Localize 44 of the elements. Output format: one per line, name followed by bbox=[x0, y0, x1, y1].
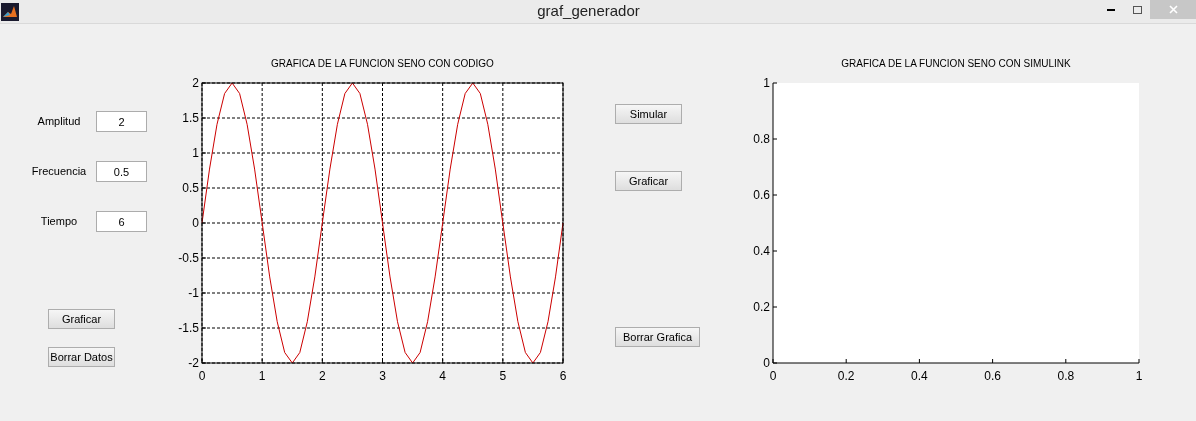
tick-label: 0 bbox=[198, 369, 206, 383]
app-logo-icon bbox=[1, 2, 19, 21]
field-label: Amplitud bbox=[36, 114, 82, 130]
tick-label: 1 bbox=[258, 369, 266, 383]
tick-label: 0 bbox=[192, 216, 199, 230]
tick-label: 2 bbox=[319, 369, 326, 383]
tick-label: 0.5 bbox=[182, 181, 199, 195]
tick-label: 6 bbox=[559, 369, 567, 383]
push-button[interactable]: Borrar Datos bbox=[48, 347, 115, 367]
field-label: Frecuencia bbox=[30, 164, 88, 180]
tick-label: 0.8 bbox=[1057, 369, 1075, 383]
tick-label: 0.4 bbox=[753, 244, 770, 258]
tick-label: -1.5 bbox=[178, 321, 199, 335]
tick-label: 1 bbox=[192, 146, 199, 160]
tick-label: 0.2 bbox=[753, 300, 770, 314]
tick-label: 0 bbox=[769, 369, 777, 383]
tick-label: -1 bbox=[188, 286, 199, 300]
tick-label: 4 bbox=[439, 369, 446, 383]
close-icon bbox=[1168, 5, 1178, 14]
tick-label: 0.6 bbox=[984, 369, 1001, 383]
tick-label: -2 bbox=[188, 356, 199, 370]
chart-title: GRAFICA DE LA FUNCION SENO CON SIMULINK bbox=[841, 57, 1071, 71]
tick-label: 0.2 bbox=[837, 369, 855, 383]
tick-label: 0.8 bbox=[753, 132, 770, 146]
push-button[interactable]: Simular bbox=[615, 104, 682, 125]
tick-label: 1 bbox=[763, 77, 770, 90]
window-title: graf_generador bbox=[537, 1, 640, 22]
field-label: Tiempo bbox=[39, 214, 79, 230]
push-button[interactable]: Graficar bbox=[615, 171, 682, 192]
tick-label: -0.5 bbox=[178, 251, 199, 265]
tick-label: 0 bbox=[763, 356, 770, 370]
tick-label: 3 bbox=[379, 369, 386, 383]
input-field[interactable]: 0.5 bbox=[96, 161, 147, 182]
push-button[interactable]: Graficar bbox=[48, 309, 115, 329]
tick-label: 1 bbox=[1135, 369, 1143, 383]
push-button[interactable]: Borrar Grafica bbox=[615, 327, 700, 348]
tick-label: 5 bbox=[499, 369, 507, 383]
input-field[interactable]: 2 bbox=[96, 111, 147, 132]
chart-title: GRAFICA DE LA FUNCION SENO CON CODIGO bbox=[271, 57, 494, 71]
tick-label: 0.6 bbox=[753, 188, 770, 202]
input-field[interactable]: 6 bbox=[96, 211, 147, 232]
tick-label: 2 bbox=[192, 77, 199, 90]
tick-label: 1.5 bbox=[182, 111, 199, 125]
tick-label: 0.4 bbox=[911, 369, 928, 383]
